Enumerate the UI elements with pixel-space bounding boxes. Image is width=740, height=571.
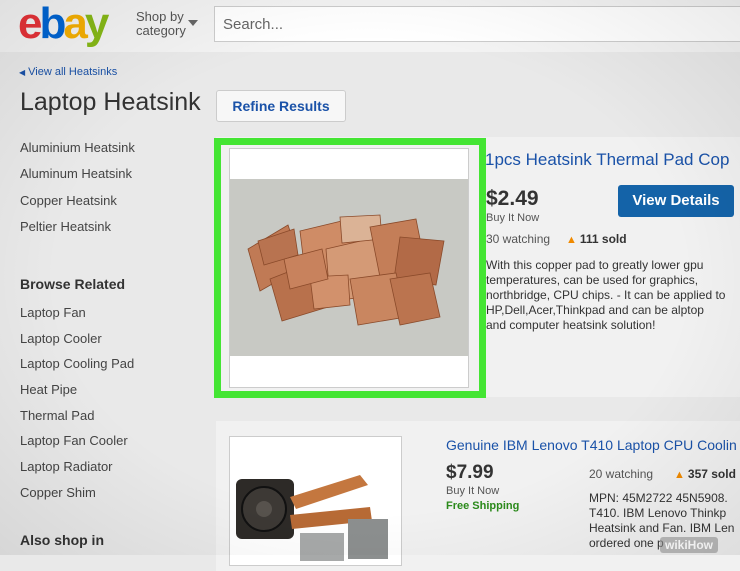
related-link[interactable]: Laptop Fan — [20, 305, 86, 320]
sidebar-item[interactable]: Copper Heatsink — [20, 193, 117, 208]
wikihow-watermark: wikiHow — [660, 537, 719, 553]
page-title: Laptop Heatsink — [20, 88, 201, 116]
also-shop-heading: Also shop in — [20, 532, 104, 548]
category-label: category — [136, 23, 186, 38]
related-link[interactable]: Laptop Fan Cooler — [20, 433, 128, 448]
refine-results-button[interactable]: Refine Results — [216, 90, 346, 122]
related-link[interactable]: Copper Shim — [20, 485, 96, 500]
logo-letter: e — [18, 0, 43, 48]
sidebar-item[interactable]: Peltier Heatsink — [20, 219, 111, 234]
related-link[interactable]: Laptop Cooler — [20, 331, 102, 346]
search-input[interactable]: Search... — [214, 6, 740, 42]
sold-count: ▲ 357 sold — [674, 467, 736, 481]
flame-icon: ▲ — [674, 469, 685, 481]
sold-label: 111 sold — [579, 232, 627, 246]
breadcrumb[interactable]: ◀ View all Heatsinks — [19, 66, 117, 78]
logo-letter: a — [63, 0, 88, 48]
related-link[interactable]: Thermal Pad — [20, 408, 94, 423]
listing-price: $7.99 — [446, 462, 494, 483]
listing-title-link[interactable]: Genuine IBM Lenovo T410 Laptop CPU Cooli… — [446, 437, 737, 453]
chevron-down-icon[interactable] — [188, 20, 198, 26]
sold-count: ▲ 111 sold — [566, 232, 627, 246]
search-placeholder: Search... — [223, 16, 284, 33]
listing-price: $2.49 — [486, 187, 539, 210]
sidebar-item[interactable]: Aluminum Heatsink — [20, 166, 132, 181]
buy-it-now-label: Buy It Now — [486, 212, 540, 224]
highlight-box — [214, 138, 486, 398]
sidebar-item[interactable]: Aluminium Heatsink — [20, 140, 135, 155]
chevron-left-icon: ◀ — [19, 68, 26, 77]
heatsink-fan-image — [230, 437, 401, 565]
view-details-button[interactable]: View Details — [618, 185, 734, 217]
breadcrumb-link[interactable]: View all Heatsinks — [28, 66, 117, 78]
header: ebay Shop by category Search... — [0, 0, 740, 52]
watching-count: 30 watching — [486, 232, 551, 246]
ebay-logo[interactable]: ebay — [18, 0, 110, 48]
shop-by-label: Shop by — [136, 9, 184, 24]
buy-it-now-label: Buy It Now — [446, 485, 500, 497]
shop-by-category-menu[interactable]: Shop by category — [136, 10, 186, 38]
logo-letter: y — [84, 0, 110, 48]
related-link[interactable]: Laptop Cooling Pad — [20, 356, 134, 371]
logo-letter: b — [39, 0, 66, 48]
related-link[interactable]: Laptop Radiator — [20, 459, 113, 474]
sold-label: 357 sold — [687, 467, 736, 481]
listing-title-link[interactable]: 1pcs Heatsink Thermal Pad Cop — [485, 150, 729, 170]
related-link[interactable]: Heat Pipe — [20, 382, 77, 397]
free-shipping-label: Free Shipping — [446, 500, 520, 512]
product-image[interactable] — [229, 436, 402, 566]
flame-icon: ▲ — [566, 234, 577, 246]
browse-related-heading: Browse Related — [20, 276, 126, 292]
watching-count: 20 watching — [589, 467, 654, 481]
listing-description: With this copper pad to greatly lower gp… — [486, 258, 726, 332]
